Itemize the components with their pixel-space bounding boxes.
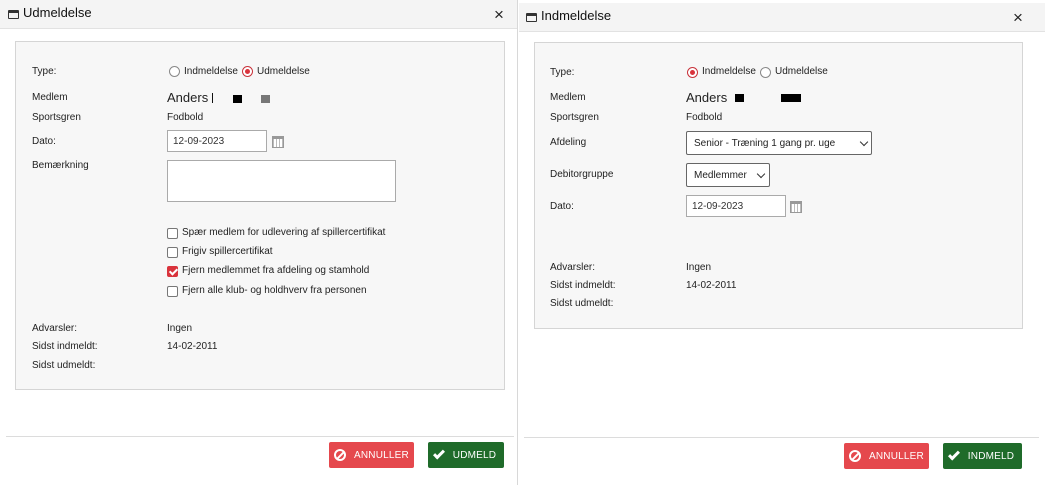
enroll-button-label: INDMELD <box>967 450 1015 462</box>
dialog-title: Udmeldelse <box>23 5 92 20</box>
radio-indmeldelse-label: Indmeldelse <box>702 66 756 77</box>
redacted-block <box>261 95 270 103</box>
block-certificate-checkbox[interactable] <box>167 228 178 239</box>
cancel-button[interactable]: ANNULLER <box>329 442 414 468</box>
member-name: Anders <box>686 90 728 105</box>
warnings-label: Advarsler: <box>550 262 596 273</box>
enroll-button[interactable]: INDMELD <box>943 443 1022 469</box>
ban-icon <box>849 450 862 462</box>
footer-divider <box>6 436 514 437</box>
warnings-label: Advarsler: <box>32 323 78 334</box>
member-label: Medlem <box>550 92 586 103</box>
date-label: Dato: <box>550 201 574 212</box>
footer-divider <box>524 437 1039 438</box>
release-certificate-label: Frigiv spillercertifikat <box>182 246 273 257</box>
department-select-value: Senior - Træning 1 gang pr. uge <box>694 138 836 149</box>
window-icon <box>526 13 537 22</box>
sport-label: Sportsgren <box>32 112 81 123</box>
redacted-block <box>233 95 242 103</box>
radio-udmeldelse[interactable] <box>242 66 253 77</box>
cancel-button-label: ANNULLER <box>354 449 409 461</box>
last-enrolled-value: 14-02-2011 <box>686 280 737 291</box>
last-unenrolled-label: Sidst udmeldt: <box>550 298 614 309</box>
unsubscribe-button-label: UDMELD <box>452 449 497 461</box>
last-unenrolled-label: Sidst udmeldt: <box>32 360 96 371</box>
type-label: Type: <box>32 66 57 77</box>
dialog-titlebar: Udmeldelse × <box>0 0 517 29</box>
close-icon[interactable]: × <box>494 6 504 23</box>
sport-value: Fodbold <box>167 112 204 123</box>
cancel-button-label: ANNULLER <box>869 450 924 462</box>
calendar-icon[interactable] <box>790 201 802 213</box>
remark-label: Bemærkning <box>32 160 89 171</box>
date-input[interactable]: 12-09-2023 <box>686 195 786 217</box>
unsubscribe-dialog: Udmeldelse × Type: Indmeldelse Udmeldels… <box>0 0 518 485</box>
block-certificate-label: Spær medlem for udlevering af spillercer… <box>182 227 386 238</box>
calendar-icon[interactable] <box>272 136 284 148</box>
date-input[interactable]: 12-09-2023 <box>167 130 267 152</box>
form-panel <box>15 41 505 390</box>
radio-indmeldelse[interactable] <box>687 67 698 78</box>
cancel-button[interactable]: ANNULLER <box>844 443 929 469</box>
department-label: Afdeling <box>550 137 587 148</box>
radio-udmeldelse[interactable] <box>760 67 771 78</box>
dialog-titlebar: Indmeldelse × <box>519 3 1045 32</box>
type-label: Type: <box>550 67 575 78</box>
ban-icon <box>334 449 347 461</box>
radio-udmeldelse-label: Udmeldelse <box>257 66 310 77</box>
date-label: Dato: <box>32 136 56 147</box>
debtor-group-select-value: Medlemmer <box>694 170 747 181</box>
close-icon[interactable]: × <box>1013 9 1023 26</box>
enroll-dialog: Indmeldelse × Type: Indmeldelse Udmeldel… <box>519 0 1045 485</box>
last-enrolled-value: 14-02-2011 <box>167 341 218 352</box>
department-select[interactable]: Senior - Træning 1 gang pr. uge <box>686 131 872 155</box>
member-label: Medlem <box>32 92 68 103</box>
redacted-block <box>781 94 801 102</box>
radio-udmeldelse-label: Udmeldelse <box>775 66 828 77</box>
unsubscribe-button[interactable]: UDMELD <box>428 442 504 468</box>
chevron-down-icon <box>756 169 766 179</box>
warnings-value: Ingen <box>167 323 193 334</box>
redacted-block <box>735 94 744 102</box>
remove-roles-checkbox[interactable] <box>167 286 178 297</box>
text-cursor <box>212 93 213 103</box>
release-certificate-checkbox[interactable] <box>167 247 178 258</box>
chevron-down-icon <box>859 137 869 147</box>
last-enrolled-label: Sidst indmeldt: <box>32 341 98 352</box>
member-name: Anders <box>167 90 209 105</box>
debtor-group-label: Debitorgruppe <box>550 169 614 180</box>
last-enrolled-label: Sidst indmeldt: <box>550 280 616 291</box>
debtor-group-select[interactable]: Medlemmer <box>686 163 770 187</box>
sport-label: Sportsgren <box>550 112 599 123</box>
check-icon <box>432 446 445 460</box>
radio-indmeldelse-label: Indmeldelse <box>184 66 238 77</box>
remove-from-department-checkbox[interactable] <box>167 266 178 277</box>
remove-from-department-label: Fjern medlemmet fra afdeling og stamhold <box>182 265 370 276</box>
warnings-value: Ingen <box>686 262 712 273</box>
check-icon <box>947 447 960 461</box>
window-icon <box>8 10 19 19</box>
remove-roles-label: Fjern alle klub- og holdhverv fra person… <box>182 285 367 296</box>
remark-textarea[interactable] <box>167 160 396 202</box>
radio-indmeldelse[interactable] <box>169 66 180 77</box>
sport-value: Fodbold <box>686 112 723 123</box>
dialog-title: Indmeldelse <box>541 8 612 23</box>
